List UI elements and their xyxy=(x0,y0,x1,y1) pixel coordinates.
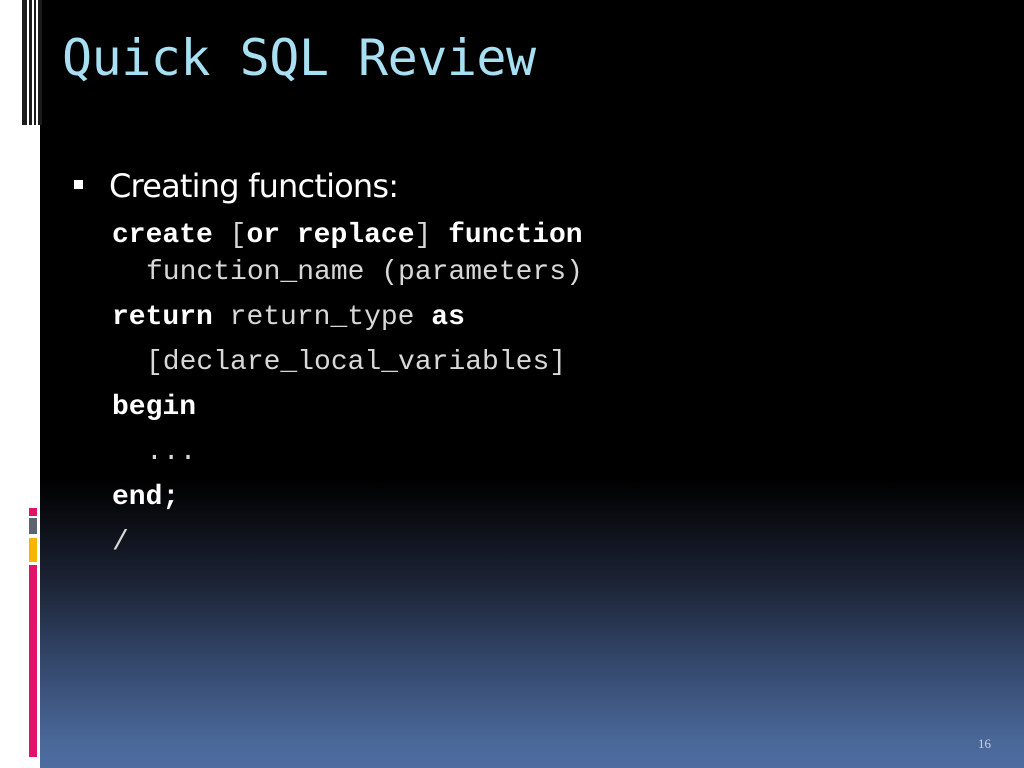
keyword-function: function xyxy=(448,220,583,251)
barcode-decoration xyxy=(22,0,42,125)
code-line-5: begin xyxy=(112,391,196,425)
function-signature: function_name (parameters) xyxy=(146,257,583,288)
return-type: return_type xyxy=(229,302,415,333)
code-line-3: return return_type as xyxy=(112,301,465,335)
keyword-return: return xyxy=(112,302,213,333)
bullet-item: Creating functions: xyxy=(74,164,399,208)
code-line-4: [declare_local_variables] xyxy=(146,346,566,380)
ellipsis: ... xyxy=(146,437,197,468)
terminator-slash: / xyxy=(112,527,129,558)
declare-variables: [declare_local_variables] xyxy=(146,347,567,378)
code-line-1: create [or replace] function xyxy=(112,219,583,253)
keyword-as: as xyxy=(431,302,465,333)
bracket-open: [ xyxy=(229,220,247,251)
keyword-end: end; xyxy=(112,482,180,513)
slide-number: 16 xyxy=(978,736,991,751)
accent-marker-yellow xyxy=(29,538,37,562)
code-line-6: ... xyxy=(146,436,196,470)
slide-title: Quick SQL Review xyxy=(62,29,536,87)
keyword-create: create xyxy=(112,220,213,251)
keyword-begin: begin xyxy=(112,392,197,423)
slide: Quick SQL Review Creating functions: cre… xyxy=(0,0,1024,768)
code-line-2: function_name (parameters) xyxy=(146,256,583,290)
bullet-text: Creating functions: xyxy=(109,167,399,205)
accent-marker-pink-top xyxy=(29,508,37,516)
keyword-replace: replace xyxy=(296,220,415,251)
accent-marker-pink-bar xyxy=(29,565,37,757)
square-bullet-icon xyxy=(74,179,83,189)
accent-marker-gray xyxy=(29,518,37,534)
code-line-8: / xyxy=(112,526,129,560)
keyword-or: or xyxy=(246,220,281,251)
code-line-7: end; xyxy=(112,481,179,515)
bracket-close: ] xyxy=(414,220,432,251)
